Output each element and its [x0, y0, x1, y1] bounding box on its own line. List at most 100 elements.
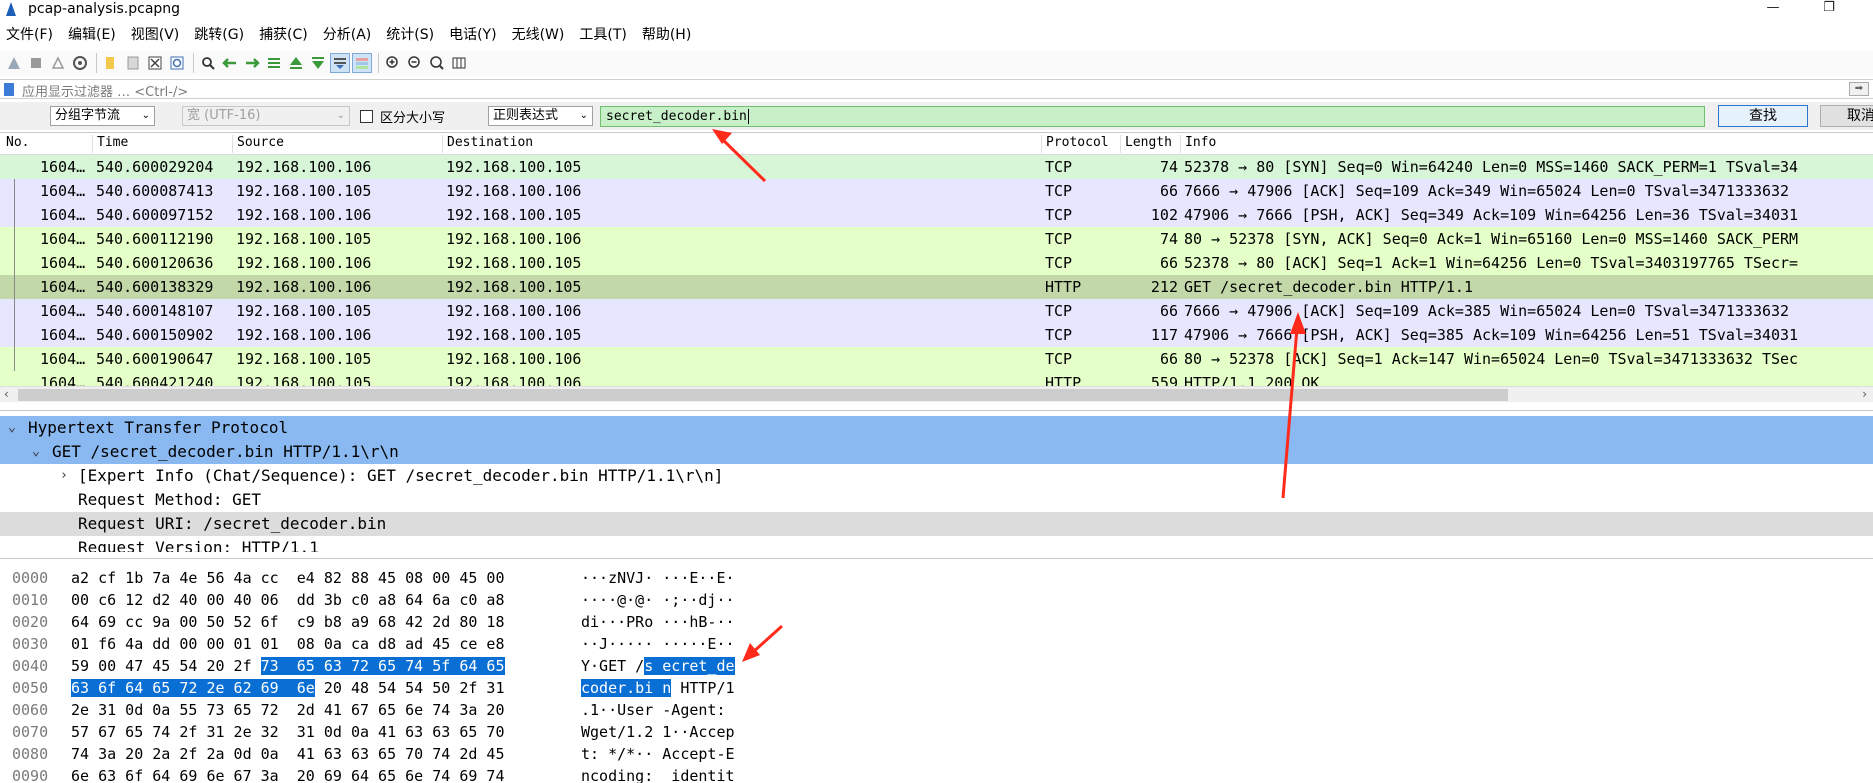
- detail-text: Request Method: GET: [78, 490, 262, 509]
- search-in-select[interactable]: 分组字节流 ⌄: [50, 106, 155, 126]
- packet-destination: 192.168.100.106: [446, 350, 582, 368]
- menu-go[interactable]: 跳转(G): [194, 24, 244, 44]
- column-header-no[interactable]: No.: [2, 135, 29, 153]
- packet-info: 7666 → 47906 [ACK] Seq=109 Ack=385 Win=6…: [1184, 302, 1790, 320]
- packet-row[interactable]: 1604… 540.600112190 192.168.100.105 192.168…: [0, 227, 1873, 251]
- hex-bytes[interactable]: 00 c6 12 d2 40 00 40 06 dd 3b c0 a8 64 6…: [71, 589, 504, 611]
- scroll-right-icon[interactable]: ›: [1862, 387, 1867, 401]
- collapse-arrow-icon[interactable]: ⌄: [8, 416, 16, 440]
- scrollbar-thumb[interactable]: [18, 389, 1508, 401]
- packet-row[interactable]: 1604… 540.600120636 192.168.100.106 192.168…: [0, 251, 1873, 275]
- capture-options-icon[interactable]: [70, 53, 90, 73]
- detail-row[interactable]: ⌄ GET /secret_decoder.bin HTTP/1.1\r\n: [0, 440, 1873, 464]
- column-header-time[interactable]: Time: [92, 135, 128, 153]
- packet-row[interactable]: 1604… 540.600138329 192.168.100.106 192.168…: [0, 275, 1873, 299]
- hex-bytes[interactable]: 64 69 cc 9a 00 50 52 6f c9 b8 a9 68 42 2…: [71, 611, 504, 633]
- detail-row[interactable]: Request Method: GET: [0, 488, 1873, 512]
- minimize-button[interactable]: —: [1750, 0, 1796, 18]
- open-file-icon[interactable]: [101, 53, 121, 73]
- go-forward-icon[interactable]: [242, 53, 262, 73]
- packet-source: 192.168.100.106: [236, 254, 372, 272]
- menu-view[interactable]: 视图(V): [131, 24, 180, 44]
- hex-bytes[interactable]: 2e 31 0d 0a 55 73 65 72 2d 41 67 65 6e 7…: [71, 699, 504, 721]
- detail-row[interactable]: Request Version: HTTP/1.1: [0, 536, 1873, 552]
- find-button[interactable]: 查找: [1718, 105, 1808, 127]
- first-packet-icon[interactable]: [286, 53, 306, 73]
- auto-scroll-icon[interactable]: [330, 53, 350, 73]
- hex-bytes[interactable]: 63 6f 64 65 72 2e 62 69 6e 20 48 54 54 5…: [71, 677, 505, 699]
- go-to-packet-icon[interactable]: [264, 53, 284, 73]
- menu-help[interactable]: 帮助(H): [642, 24, 691, 44]
- restore-button[interactable]: ❐: [1806, 0, 1852, 18]
- start-capture-icon[interactable]: [4, 53, 24, 73]
- hex-bytes[interactable]: 74 3a 20 2a 2f 2a 0d 0a 41 63 63 65 70 7…: [71, 743, 504, 765]
- column-header-destination[interactable]: Destination: [442, 135, 533, 153]
- zoom-out-icon[interactable]: [405, 53, 425, 73]
- ascii-bytes[interactable]: ··J····· ·····E··: [581, 633, 735, 655]
- packet-info: 7666 → 47906 [ACK] Seq=109 Ack=349 Win=6…: [1184, 182, 1790, 200]
- packet-row[interactable]: 1604… 540.600150902 192.168.100.106 192.168…: [0, 323, 1873, 347]
- restart-capture-icon[interactable]: [48, 53, 68, 73]
- packet-row[interactable]: 1604… 540.600421240 192.168.100.105 192.168…: [0, 371, 1873, 386]
- column-header-info[interactable]: Info: [1180, 135, 1216, 153]
- resize-columns-icon[interactable]: [449, 53, 469, 73]
- column-header-length[interactable]: Length: [1120, 135, 1172, 153]
- ascii-bytes[interactable]: .1··User -Agent:: [581, 699, 735, 721]
- menu-statistics[interactable]: 统计(S): [386, 24, 434, 44]
- scroll-left-icon[interactable]: ‹: [4, 387, 9, 401]
- zoom-in-icon[interactable]: [383, 53, 403, 73]
- expand-arrow-icon[interactable]: ›: [60, 464, 68, 488]
- detail-row[interactable]: › [Expert Info (Chat/Sequence): GET /secr…: [0, 464, 1873, 488]
- menu-wireless[interactable]: 无线(W): [512, 24, 565, 44]
- case-sensitive-checkbox[interactable]: [360, 110, 373, 123]
- hex-bytes[interactable]: 6e 63 6f 64 69 6e 67 3a 20 69 64 65 6e 7…: [71, 765, 504, 783]
- column-header-protocol[interactable]: Protocol: [1041, 135, 1109, 153]
- ascii-bytes[interactable]: coder.bi n HTTP/1: [581, 677, 735, 699]
- packet-row[interactable]: 1604… 540.600087413 192.168.100.105 192.168…: [0, 179, 1873, 203]
- close-file-icon[interactable]: [145, 53, 165, 73]
- packet-number: 1604…: [40, 326, 86, 344]
- menu-edit[interactable]: 编辑(E): [68, 24, 116, 44]
- packet-row[interactable]: 1604… 540.600190647 192.168.100.105 192.168…: [0, 347, 1873, 371]
- ascii-bytes[interactable]: Y·GET /s ecret_de: [581, 655, 735, 677]
- character-width-select[interactable]: 宽 (UTF-16) ⌄: [182, 106, 350, 126]
- packet-list-scrollbar[interactable]: ‹ ›: [0, 386, 1873, 402]
- find-packet-icon[interactable]: [198, 53, 218, 73]
- hex-bytes[interactable]: a2 cf 1b 7a 4e 56 4a cc e4 82 88 45 08 0…: [71, 567, 504, 589]
- display-filter-input[interactable]: 应用显示过滤器 … <Ctrl-/>: [22, 81, 188, 100]
- search-type-select[interactable]: 正则表达式 ⌄: [488, 106, 593, 126]
- ascii-bytes[interactable]: ···zNVJ· ···E··E·: [581, 567, 735, 589]
- menu-telephony[interactable]: 电话(Y): [449, 24, 496, 44]
- menu-analyze[interactable]: 分析(A): [323, 24, 372, 44]
- packet-row[interactable]: 1604… 540.600148107 192.168.100.105 192.168…: [0, 299, 1873, 323]
- reload-file-icon[interactable]: [167, 53, 187, 73]
- detail-row[interactable]: Request URI: /secret_decoder.bin: [0, 512, 1873, 536]
- colorize-icon[interactable]: [352, 53, 372, 73]
- column-header-source[interactable]: Source: [232, 135, 284, 153]
- byte-offset: 0060: [12, 701, 49, 719]
- packet-row[interactable]: 1604… 540.600029204 192.168.100.106 192.168…: [0, 155, 1873, 179]
- normal-size-icon[interactable]: [427, 53, 447, 73]
- packet-row[interactable]: 1604… 540.600097152 192.168.100.106 192.168…: [0, 203, 1873, 227]
- save-file-icon[interactable]: [123, 53, 143, 73]
- go-back-icon[interactable]: [220, 53, 240, 73]
- ascii-bytes[interactable]: Wget/1.2 1··Accep: [581, 721, 735, 743]
- ascii-bytes[interactable]: ····@·@· ·;··dj··: [581, 589, 735, 611]
- hex-bytes[interactable]: 01 f6 4a dd 00 00 01 01 08 0a ca d8 ad 4…: [71, 633, 504, 655]
- stop-capture-icon[interactable]: [26, 53, 46, 73]
- collapse-arrow-icon[interactable]: ⌄: [32, 440, 40, 464]
- hex-bytes[interactable]: 59 00 47 45 54 20 2f 73 65 63 72 65 74 5…: [71, 655, 505, 677]
- ascii-bytes[interactable]: ncoding: identit: [581, 765, 735, 783]
- menu-tools[interactable]: 工具(T): [579, 24, 626, 44]
- apply-filter-icon[interactable]: ➡: [1849, 82, 1869, 96]
- menu-file[interactable]: 文件(F): [6, 24, 53, 44]
- detail-row[interactable]: ⌄ Hypertext Transfer Protocol: [0, 416, 1873, 440]
- ascii-bytes[interactable]: di···PRo ···hB-··: [581, 611, 735, 633]
- filter-bookmark-icon[interactable]: [4, 83, 14, 96]
- menu-capture[interactable]: 捕获(C): [259, 24, 308, 44]
- cancel-button[interactable]: 取消: [1820, 105, 1873, 127]
- hex-bytes[interactable]: 57 67 65 74 2f 31 2e 32 31 0d 0a 41 63 6…: [71, 721, 504, 743]
- last-packet-icon[interactable]: [308, 53, 328, 73]
- ascii-bytes[interactable]: t: */*·· Accept-E: [581, 743, 735, 765]
- search-input[interactable]: secret_decoder.bin: [600, 106, 1705, 127]
